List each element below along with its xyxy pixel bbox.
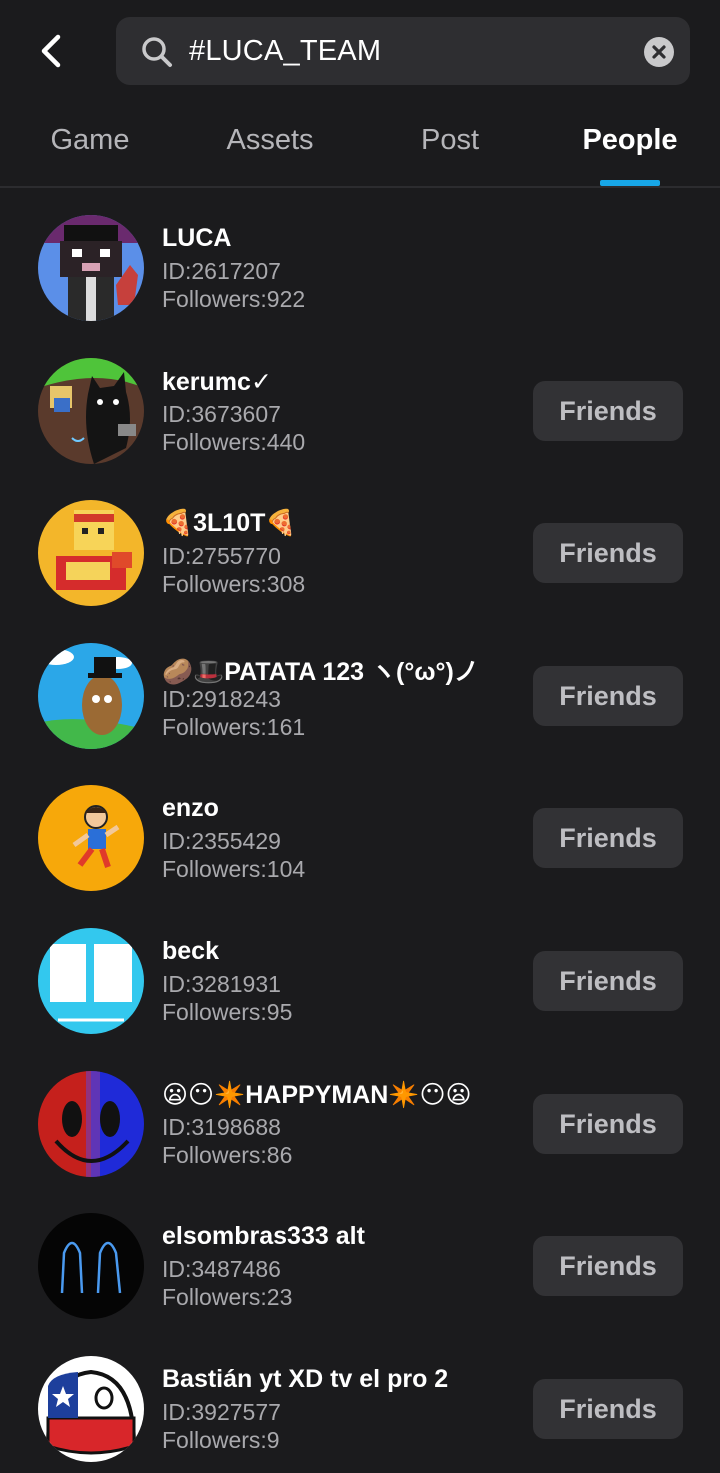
username: kerumc✓ xyxy=(162,367,272,396)
friends-button[interactable]: Friends xyxy=(533,380,683,441)
avatar[interactable] xyxy=(38,642,144,749)
list-item[interactable]: LUCA ID:2617207 Followers:922 xyxy=(0,190,720,333)
user-id: ID:3198688 xyxy=(162,1113,281,1140)
back-button[interactable] xyxy=(26,26,76,76)
followers-count: Followers:23 xyxy=(162,1284,293,1311)
avatar[interactable] xyxy=(38,1070,144,1177)
friends-button[interactable]: Friends xyxy=(533,950,683,1011)
avatar[interactable] xyxy=(38,215,144,321)
tab-assets[interactable]: Assets xyxy=(180,124,360,157)
user-id: ID:2755770 xyxy=(162,543,281,570)
followers-count: Followers:440 xyxy=(162,428,306,455)
search-input[interactable]: #LUCA_TEAM xyxy=(116,17,690,85)
avatar[interactable] xyxy=(38,785,144,892)
close-icon[interactable] xyxy=(644,37,674,67)
username: elsombras333 alt xyxy=(162,1222,365,1251)
friends-button[interactable]: Friends xyxy=(533,1236,683,1297)
list-item[interactable]: 😦😶✴️HAPPYMAN✴️😶😦 ID:3198688 Followers:86… xyxy=(0,1046,720,1189)
friends-button[interactable]: Friends xyxy=(533,523,683,584)
username: LUCA xyxy=(162,224,232,252)
tab-people[interactable]: People xyxy=(540,124,720,157)
list-item[interactable]: elsombras333 alt ID:3487486 Followers:23… xyxy=(0,1188,720,1331)
user-id: ID:3281931 xyxy=(162,970,281,997)
user-id: ID:3487486 xyxy=(162,1256,281,1283)
followers-count: Followers:161 xyxy=(162,713,306,740)
search-query[interactable]: #LUCA_TEAM xyxy=(189,17,381,85)
followers-count: Followers:86 xyxy=(162,1141,293,1168)
username: beck xyxy=(162,936,219,965)
friends-button[interactable]: Friends xyxy=(533,1093,683,1154)
followers-count: Followers:95 xyxy=(162,998,293,1025)
list-item[interactable]: kerumc✓ ID:3673607 Followers:440 Friends xyxy=(0,333,720,476)
user-id: ID:2918243 xyxy=(162,685,281,712)
list-item[interactable]: 🥔🎩PATATA 123 ヽ(°ω°)ノ ID:2918243 Follower… xyxy=(0,618,720,761)
friends-button[interactable]: Friends xyxy=(533,665,683,726)
avatar[interactable] xyxy=(38,927,144,1034)
list-item[interactable]: enzo ID:2355429 Followers:104 Friends xyxy=(0,760,720,903)
search-icon xyxy=(142,37,172,67)
followers-count: Followers:9 xyxy=(162,1426,280,1453)
chevron-left-icon xyxy=(41,34,61,68)
tab-game[interactable]: Game xyxy=(0,124,180,157)
friends-button[interactable]: Friends xyxy=(533,1378,683,1439)
followers-count: Followers:104 xyxy=(162,856,306,883)
tab-post[interactable]: Post xyxy=(360,124,540,157)
user-id: ID:2617207 xyxy=(162,258,281,284)
user-id: ID:3927577 xyxy=(162,1398,281,1425)
avatar[interactable] xyxy=(38,1355,144,1462)
list-item[interactable]: beck ID:3281931 Followers:95 Friends xyxy=(0,903,720,1046)
avatar[interactable] xyxy=(38,500,144,607)
username: 😦😶✴️HAPPYMAN✴️😶😦 xyxy=(162,1080,472,1109)
user-id: ID:3673607 xyxy=(162,400,281,427)
friends-button[interactable]: Friends xyxy=(533,808,683,869)
active-tab-indicator xyxy=(600,180,660,186)
username: Bastián yt XD tv el pro 2 xyxy=(162,1364,449,1393)
followers-count: Followers:922 xyxy=(162,286,306,312)
followers-count: Followers:308 xyxy=(162,571,306,598)
list-item[interactable]: 🍕3L10T🍕 ID:2755770 Followers:308 Friends xyxy=(0,475,720,618)
list-item[interactable]: Bastián yt XD tv el pro 2 ID:3927577 Fol… xyxy=(0,1331,720,1473)
tab-bar: Game Assets Post People xyxy=(0,104,720,188)
top-bar: #LUCA_TEAM xyxy=(0,0,720,104)
avatar[interactable] xyxy=(38,357,144,464)
avatar[interactable] xyxy=(38,1213,144,1320)
username: 🍕3L10T🍕 xyxy=(162,509,297,538)
username: 🥔🎩PATATA 123 ヽ(°ω°)ノ xyxy=(162,657,479,686)
people-list: LUCA ID:2617207 Followers:922 kerumc✓ ID… xyxy=(0,190,720,1473)
username: enzo xyxy=(162,794,219,823)
user-id: ID:2355429 xyxy=(162,828,281,855)
